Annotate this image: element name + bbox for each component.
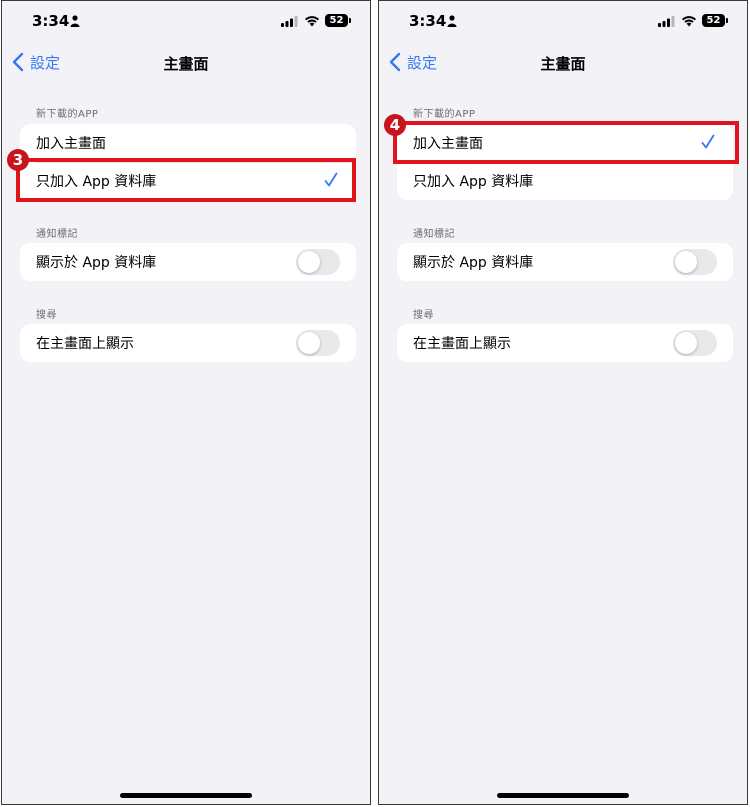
show-on-home-screen-row: 在主畫面上顯示: [20, 324, 356, 362]
status-time: 3:34: [409, 12, 447, 30]
row-label: 顯示於 App 資料庫: [413, 255, 534, 271]
wifi-icon: [305, 16, 319, 27]
battery-tip: [726, 18, 728, 23]
section-label-new-apps: 新下載的APP: [36, 109, 99, 120]
search-group: 在主畫面上顯示: [397, 324, 733, 362]
step-badge: 4: [384, 114, 406, 136]
toggle-knob: [675, 251, 697, 273]
row-label: 在主畫面上顯示: [413, 336, 511, 352]
show-in-app-library-toggle[interactable]: [673, 249, 717, 275]
toggle-knob: [675, 332, 697, 354]
section-label-search: 搜尋: [36, 310, 57, 321]
section-label-badges: 通知標記: [413, 229, 455, 240]
option-app-library-only[interactable]: 只加入 App 資料庫: [397, 162, 733, 200]
row-label: 顯示於 App 資料庫: [36, 255, 157, 271]
option-add-to-home[interactable]: 加入主畫面: [20, 124, 356, 162]
show-in-app-library-toggle[interactable]: [296, 249, 340, 275]
cellular-signal-icon: [281, 16, 298, 27]
step-badge: 3: [7, 149, 29, 171]
toggle-knob: [298, 332, 320, 354]
row-label: 在主畫面上顯示: [36, 336, 134, 352]
home-indicator: [120, 793, 252, 798]
cellular-signal-icon: [658, 16, 675, 27]
status-time: 3:34: [32, 12, 70, 30]
section-label-badges: 通知標記: [36, 229, 78, 240]
show-on-home-screen-toggle[interactable]: [673, 330, 717, 356]
toggle-knob: [298, 251, 320, 273]
option-label: 只加入 App 資料庫: [413, 174, 534, 190]
badges-group: 顯示於 App 資料庫: [397, 243, 733, 281]
battery-icon: 52: [325, 14, 348, 27]
highlight-box: [393, 121, 739, 164]
navigation-bar: 設定 主畫面: [2, 47, 370, 77]
person-icon: [70, 15, 80, 27]
section-label-new-apps: 新下載的APP: [413, 109, 476, 120]
phone-screen-left: 3:34 52 設定 主畫面 新下載的APP 加入主畫面 只加入 App 資料庫…: [1, 0, 371, 805]
search-group: 在主畫面上顯示: [20, 324, 356, 362]
status-bar: 3:34 52: [2, 11, 370, 33]
wifi-icon: [682, 16, 696, 27]
show-on-home-screen-toggle[interactable]: [296, 330, 340, 356]
option-label: 加入主畫面: [36, 136, 106, 152]
section-label-search: 搜尋: [413, 310, 434, 321]
badges-group: 顯示於 App 資料庫: [20, 243, 356, 281]
phone-screen-right: 3:34 52 設定 主畫面 新下載的APP 加入主畫面 只加入 App 資料庫…: [378, 0, 748, 805]
status-bar: 3:34 52: [379, 11, 747, 33]
navigation-bar: 設定 主畫面: [379, 47, 747, 77]
show-in-app-library-row: 顯示於 App 資料庫: [397, 243, 733, 281]
battery-icon: 52: [702, 14, 725, 27]
home-indicator: [497, 793, 629, 798]
page-title: 主畫面: [540, 55, 586, 73]
highlight-box: [16, 158, 356, 202]
show-in-app-library-row: 顯示於 App 資料庫: [20, 243, 356, 281]
battery-tip: [349, 18, 351, 23]
person-icon: [447, 15, 457, 27]
page-title: 主畫面: [163, 55, 209, 73]
show-on-home-screen-row: 在主畫面上顯示: [397, 324, 733, 362]
